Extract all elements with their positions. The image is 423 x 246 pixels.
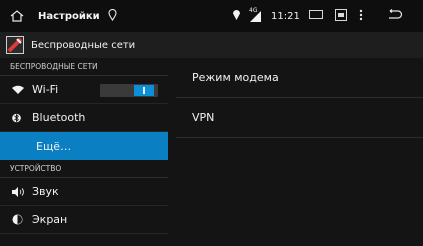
home-icon[interactable]: [4, 10, 30, 22]
wrench-icon: [6, 36, 24, 54]
sidebar-item-label: Ещё…: [36, 139, 72, 153]
sidebar-item-bluetooth[interactable]: Bluetooth: [0, 104, 168, 132]
wifi-icon: [12, 85, 32, 95]
location-pin-icon: [108, 8, 117, 24]
location-icon: [232, 9, 241, 24]
brightness-icon: [12, 214, 32, 225]
list-item-label: Режим модема: [192, 71, 279, 84]
app-title: Настройки: [38, 10, 100, 22]
overflow-menu-icon[interactable]: [359, 9, 363, 24]
sidebar: БЕСПРОВОДНЫЕ СЕТИ Wi-Fi Bluetooth Ещё… У…: [0, 58, 168, 246]
title-bar: Беспроводные сети: [0, 32, 423, 58]
speaker-icon: [12, 186, 32, 197]
signal-icon: 4G: [249, 7, 262, 22]
clock: 11:21: [271, 10, 300, 22]
bluetooth-icon: [12, 112, 32, 124]
sidebar-item-label: Bluetooth: [32, 111, 86, 124]
sidebar-item-wifi[interactable]: Wi-Fi: [0, 76, 168, 104]
sidebar-item-sound[interactable]: Звук: [0, 178, 168, 206]
status-bar: Настройки 4G 11:21: [0, 0, 423, 32]
cast-icon[interactable]: [308, 10, 323, 22]
nav-icons: [308, 8, 403, 24]
sidebar-item-display[interactable]: Экран: [0, 206, 168, 234]
back-icon[interactable]: [387, 9, 403, 23]
wifi-toggle[interactable]: [100, 84, 158, 97]
sidebar-item-label: Wi-Fi: [32, 83, 59, 96]
list-item-tethering[interactable]: Режим модема: [176, 58, 423, 98]
page-title: Беспроводные сети: [31, 39, 136, 51]
sidebar-item-label: Экран: [32, 213, 68, 226]
toggle-knob: [134, 85, 154, 96]
sidebar-item-more[interactable]: Ещё…: [0, 132, 168, 160]
screenshot-icon[interactable]: [334, 8, 347, 24]
list-item-vpn[interactable]: VPN: [176, 98, 423, 138]
section-header-wireless: БЕСПРОВОДНЫЕ СЕТИ: [0, 58, 168, 76]
content-pane: Режим модема VPN: [176, 58, 423, 246]
sidebar-item-label: Звук: [32, 185, 59, 198]
list-item-label: VPN: [192, 111, 215, 124]
section-header-device: УСТРОЙСТВО: [0, 160, 168, 178]
network-type: 4G: [249, 7, 258, 14]
